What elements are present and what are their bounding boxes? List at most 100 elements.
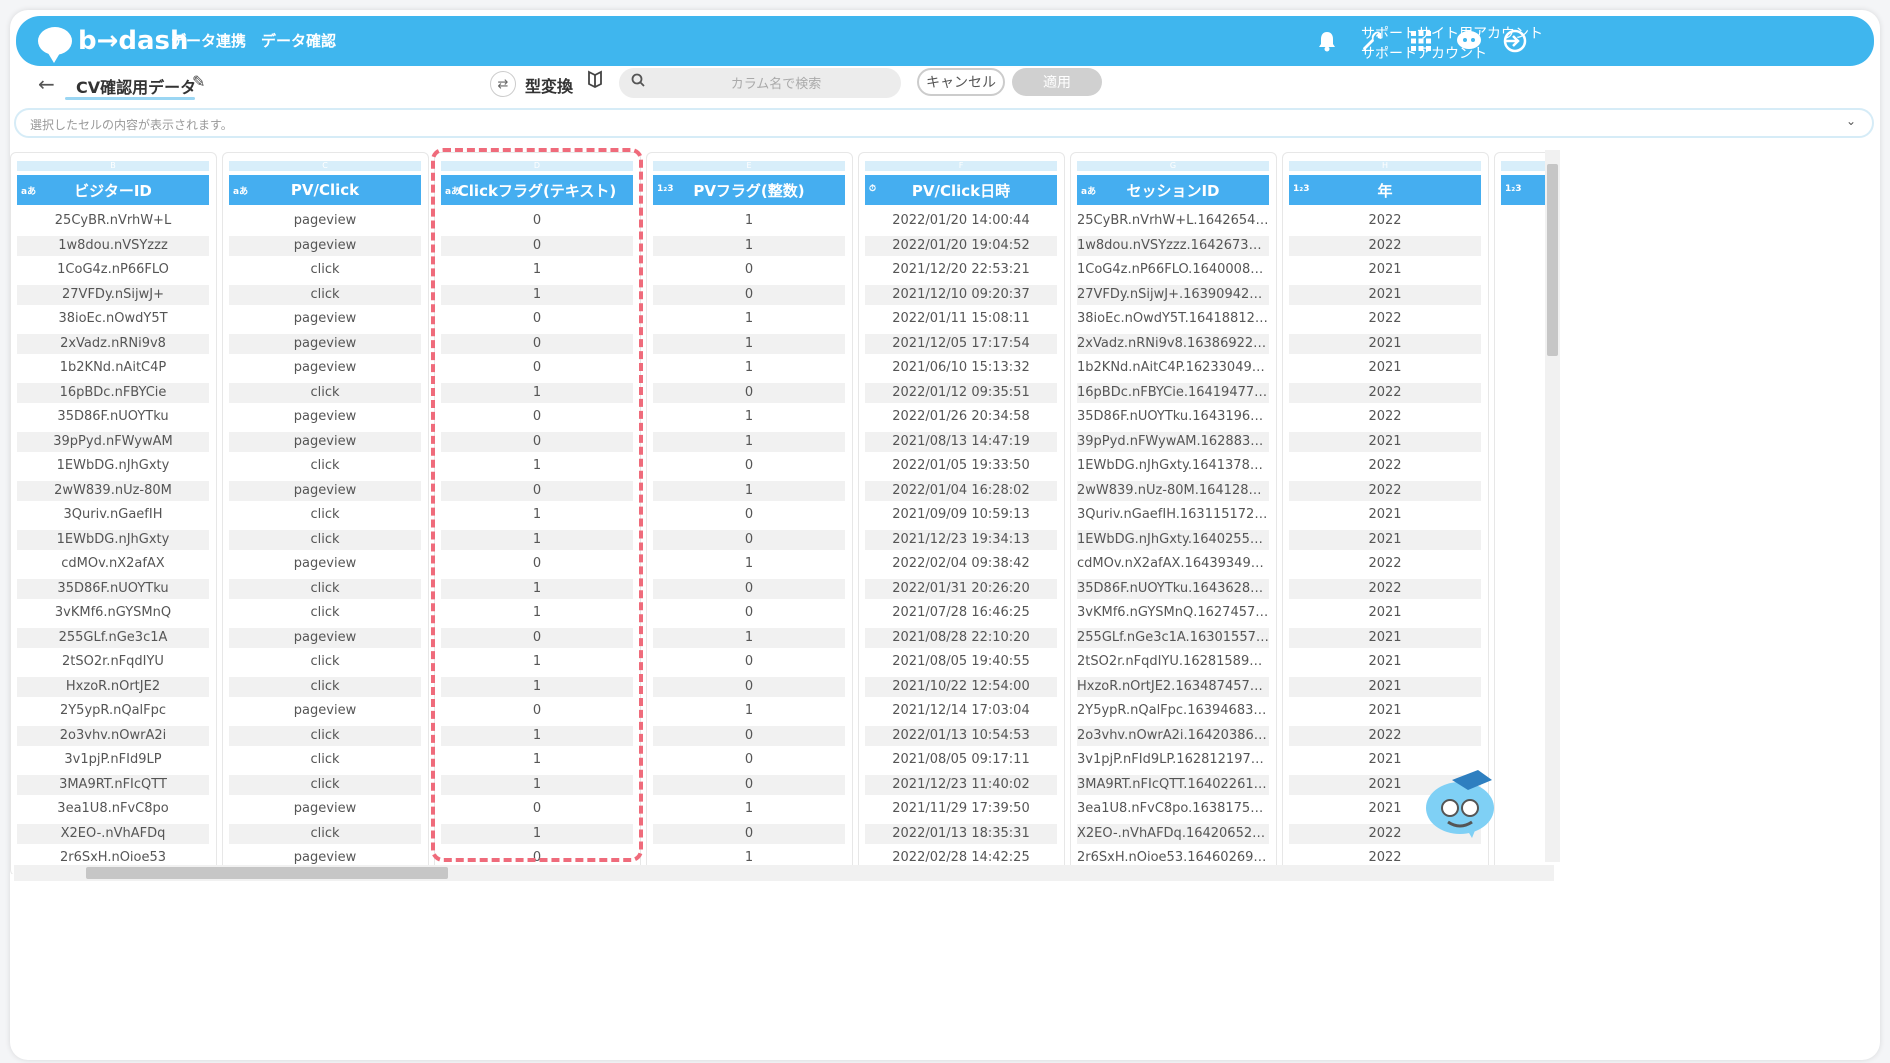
table-cell[interactable]: 2021/09/09 10:59:13	[865, 505, 1057, 525]
table-cell[interactable]: 1	[653, 701, 845, 721]
table-cell[interactable]: 39pPyd.nFWywAM	[17, 431, 209, 452]
table-cell[interactable]: 1EWbDG.nJhGxty	[17, 456, 209, 476]
table-cell[interactable]: 2021/12/23 11:40:02	[865, 774, 1057, 795]
table-cell[interactable]: 2021/07/28 16:46:25	[865, 603, 1057, 623]
grid-icon[interactable]	[1406, 26, 1436, 56]
table-cell[interactable]: click	[229, 823, 421, 844]
table-cell[interactable]: click	[229, 505, 421, 525]
table-cell[interactable]: 0	[441, 799, 633, 819]
table-cell[interactable]: 1CoG4z.nP66FLO	[17, 260, 209, 280]
table-cell[interactable]: pageview	[229, 431, 421, 452]
chevron-down-icon[interactable]: ⌄	[1846, 114, 1856, 128]
table-cell[interactable]: 3ea1U8.nFvC8po.163817518...	[1077, 799, 1269, 819]
table-cell[interactable]: click	[229, 456, 421, 476]
table-cell[interactable]: 2022	[1289, 309, 1481, 329]
table-cell[interactable]: 1	[441, 529, 633, 550]
table-cell[interactable]: 2wW839.nUz-80M.1641281...	[1077, 480, 1269, 501]
table-cell[interactable]: 39pPyd.nFWywAM.16288336...	[1077, 431, 1269, 452]
table-cell[interactable]: 1	[441, 676, 633, 697]
type-tag[interactable]: 1₂3	[1505, 184, 1521, 194]
nav-data-check[interactable]: データ確認	[261, 30, 336, 51]
table-cell[interactable]: 1	[441, 382, 633, 403]
type-tag[interactable]: aあ	[233, 184, 248, 197]
table-cell[interactable]: 2022/01/12 09:35:51	[865, 382, 1057, 403]
table-cell[interactable]: 2tSO2r.nFqdIYU	[17, 652, 209, 672]
table-cell[interactable]: cdMOv.nX2afAX	[17, 554, 209, 574]
table-cell[interactable]: 2021/10/22 12:54:00	[865, 676, 1057, 697]
table-cell[interactable]: 2022/01/13 18:35:31	[865, 823, 1057, 844]
table-cell[interactable]: 2022/01/31 20:26:20	[865, 578, 1057, 599]
table-cell[interactable]: click	[229, 603, 421, 623]
table-cell[interactable]: 2022	[1289, 382, 1481, 403]
table-cell[interactable]: 2021	[1289, 652, 1481, 672]
table-cell[interactable]: 0	[441, 235, 633, 256]
table-cell[interactable]: 27VFDy.nSijwJ+	[17, 284, 209, 305]
table-cell[interactable]: 35D86F.nUOYTku.16436282...	[1077, 578, 1269, 599]
table-cell[interactable]: 3Quriv.nGaefIH	[17, 505, 209, 525]
table-cell[interactable]: click	[229, 260, 421, 280]
table-cell[interactable]: 1	[441, 505, 633, 525]
table-cell[interactable]: pageview	[229, 358, 421, 378]
table-cell[interactable]: 2022/01/04 16:28:02	[865, 480, 1057, 501]
vertical-scrollbar[interactable]	[1545, 150, 1560, 862]
table-cell[interactable]: 1	[441, 603, 633, 623]
table-cell[interactable]: 16pBDc.nFBYCie.164194774...	[1077, 382, 1269, 403]
table-cell[interactable]: click	[229, 578, 421, 599]
table-cell[interactable]: 1	[653, 358, 845, 378]
apply-button[interactable]: 適用	[1012, 68, 1102, 96]
table-cell[interactable]: 2021	[1289, 358, 1481, 378]
table-cell[interactable]: 0	[653, 382, 845, 403]
table-cell[interactable]: 2022	[1289, 480, 1481, 501]
table-cell[interactable]: 2022/01/20 14:00:44	[865, 211, 1057, 231]
table-cell[interactable]: 2xVadz.nRNi9v8.163869225...	[1077, 333, 1269, 354]
table-cell[interactable]: HxzoR.nOrtJE2	[17, 676, 209, 697]
table-cell[interactable]: 2021/11/29 17:39:50	[865, 799, 1057, 819]
beginner-mark-icon[interactable]	[588, 70, 602, 93]
table-cell[interactable]: 1	[653, 309, 845, 329]
table-cell[interactable]: 2o3vhv.nOwrA2i	[17, 725, 209, 746]
table-cell[interactable]: 2021/12/05 17:17:54	[865, 333, 1057, 354]
table-cell[interactable]: 2022/02/04 09:38:42	[865, 554, 1057, 574]
pencil-icon[interactable]: ✎	[192, 72, 205, 91]
table-cell[interactable]: 3MA9RT.nFIcQTT	[17, 774, 209, 795]
table-cell[interactable]: 3ea1U8.nFvC8po	[17, 799, 209, 819]
table-cell[interactable]: 1	[653, 799, 845, 819]
table-cell[interactable]: click	[229, 284, 421, 305]
table-cell[interactable]: pageview	[229, 333, 421, 354]
horizontal-scrollbar[interactable]	[14, 865, 1554, 881]
table-cell[interactable]: 2021	[1289, 627, 1481, 648]
table-cell[interactable]: 0	[441, 333, 633, 354]
table-cell[interactable]: 3Quriv.nGaefIH.1631151724...	[1077, 505, 1269, 525]
table-cell[interactable]: 3MA9RT.nFIcQTT.164022619...	[1077, 774, 1269, 795]
table-cell[interactable]: 1	[653, 627, 845, 648]
table-cell[interactable]: 0	[653, 774, 845, 795]
type-tag[interactable]: ⏱	[869, 184, 876, 194]
table-cell[interactable]: pageview	[229, 554, 421, 574]
table-cell[interactable]: 1EWbDG.nJhGxty.16402554...	[1077, 529, 1269, 550]
table-cell[interactable]: 2xVadz.nRNi9v8	[17, 333, 209, 354]
type-convert-icon[interactable]: ⇄	[490, 71, 516, 97]
table-cell[interactable]: 1	[653, 554, 845, 574]
table-cell[interactable]: 1w8dou.nVSYzzz.164267309...	[1077, 235, 1269, 256]
table-cell[interactable]: 2021/08/13 14:47:19	[865, 431, 1057, 452]
vertical-scroll-thumb[interactable]	[1547, 164, 1558, 356]
table-cell[interactable]: 255GLf.nGe3c1A.163015579...	[1077, 627, 1269, 648]
table-cell[interactable]: 2Y5ypR.nQalFpc.163946838...	[1077, 701, 1269, 721]
wrench-icon[interactable]	[1358, 26, 1388, 56]
table-cell[interactable]: 0	[653, 676, 845, 697]
table-cell[interactable]: X2EO-.nVhAFDq.164206521...	[1077, 823, 1269, 844]
table-cell[interactable]: 0	[653, 652, 845, 672]
table-cell[interactable]: 2022	[1289, 578, 1481, 599]
table-cell[interactable]: 0	[653, 529, 845, 550]
table-cell[interactable]: 1	[441, 652, 633, 672]
search-input[interactable]	[659, 68, 893, 100]
table-cell[interactable]: 0	[441, 554, 633, 574]
table-cell[interactable]: 35D86F.nUOYTku	[17, 407, 209, 427]
column-header[interactable]: aあ セッションID	[1077, 175, 1269, 205]
type-tag[interactable]: 1₂3	[657, 184, 673, 194]
table-cell[interactable]: 0	[441, 480, 633, 501]
type-tag[interactable]: 1₂3	[1293, 184, 1309, 194]
horizontal-scroll-thumb[interactable]	[86, 867, 448, 879]
table-cell[interactable]: pageview	[229, 309, 421, 329]
table-cell[interactable]: click	[229, 676, 421, 697]
